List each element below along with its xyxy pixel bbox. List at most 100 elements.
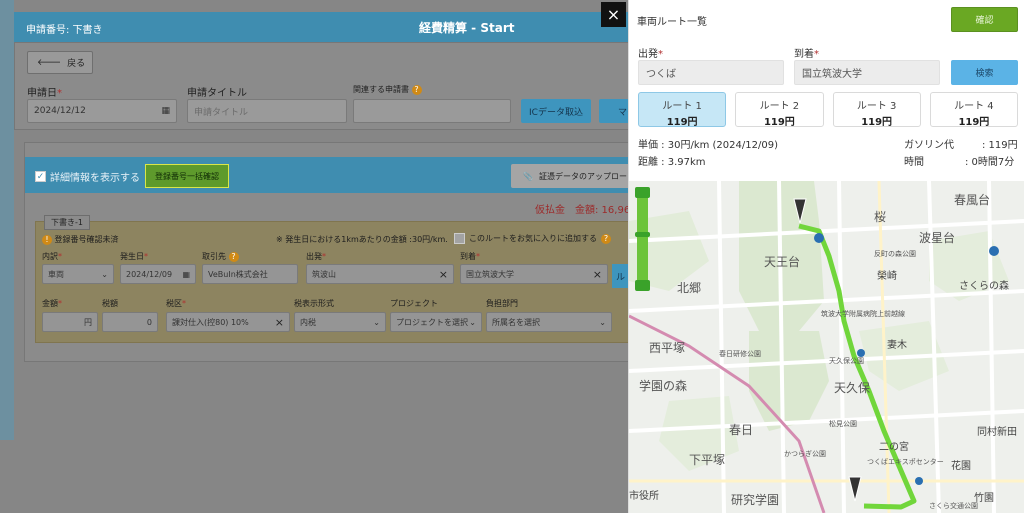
amount-input[interactable]: 円 xyxy=(42,312,98,332)
my-button[interactable]: マイ xyxy=(599,99,628,123)
item-label: 内訳* xyxy=(42,252,62,261)
upload-button[interactable]: 📎 証憑データのアップロー xyxy=(511,164,628,188)
map-label: 二の宮 xyxy=(879,442,909,453)
item-select[interactable]: 車両 ⌄ xyxy=(42,264,114,284)
project-label: プロジェクト xyxy=(390,299,438,308)
paperclip-icon: 📎 xyxy=(523,171,533,181)
tax-input[interactable]: 0 xyxy=(102,312,158,332)
travel-time-label: 時間 xyxy=(904,157,924,168)
close-modal-button[interactable]: × xyxy=(601,2,626,27)
date-label: 発生日* xyxy=(120,252,148,261)
apply-title-label: 申請タイトル xyxy=(187,88,247,99)
zoom-in-handle[interactable] xyxy=(635,187,650,198)
clear-icon: × xyxy=(438,267,448,281)
map-label: 波星台 xyxy=(919,231,956,245)
to-input[interactable]: 国立筑波大学 xyxy=(794,60,940,85)
help-icon: ? xyxy=(601,233,611,244)
map-label: つくばエキスポセンター xyxy=(867,458,944,466)
chevron-down-icon: ⌄ xyxy=(101,269,108,279)
tax-display-label: 税表示形式 xyxy=(294,299,334,308)
vehicle-route-panel: 車両ルート一覧 確認 出発* つくば 到着* 国立筑波大学 検索 ルート 1 1… xyxy=(628,0,1024,513)
from-input[interactable]: 筑波山 × xyxy=(306,264,454,284)
clear-icon: × xyxy=(592,267,602,281)
tax-display-select[interactable]: 内税 ⌄ xyxy=(294,312,386,332)
project-select[interactable]: プロジェクトを選択 ⌄ xyxy=(390,312,482,332)
apply-title-input[interactable]: 申請タイトル xyxy=(187,99,347,123)
department-label: 負担部門 xyxy=(486,299,518,308)
route-map[interactable]: 春風台 桜 波星台 天王台 榮崎 北郷 さくらの森 西平塚 妻木 学園の森 天久… xyxy=(629,181,1024,513)
detail-row-block: 下書き-1 ! 登録番号確認未済 ※ 発生日における1kmあたりの金額 :30円… xyxy=(35,215,628,343)
back-button[interactable]: 🡐 戻る xyxy=(27,51,93,74)
panel-title: 車両ルート一覧 xyxy=(637,17,707,28)
from-label: 出発* xyxy=(638,49,663,60)
from-label: 出発* xyxy=(306,252,326,261)
tax-class-select[interactable]: 課対仕入(控80) 10% × xyxy=(166,312,290,332)
map-label: さくら交通公園 xyxy=(929,502,978,510)
ic-import-button[interactable]: ICデータ取込 xyxy=(521,99,591,123)
arrow-left-icon: 🡐 xyxy=(37,58,62,68)
draft-tag: 下書き-1 xyxy=(44,215,90,230)
vendor-input[interactable]: VeBuIn株式会社 xyxy=(202,264,298,284)
map-label: 同村新田 xyxy=(977,427,1017,438)
chevron-down-icon: ⌄ xyxy=(599,317,606,327)
map-label: 榮崎 xyxy=(877,271,897,282)
map-label: 春日研修公園 xyxy=(719,350,761,358)
route-tab-4[interactable]: ルート 4 119円 xyxy=(929,92,1018,128)
route-button[interactable]: ル xyxy=(612,264,628,288)
department-select[interactable]: 所属名を選択 ⌄ xyxy=(486,312,612,332)
map-label: 北郷 xyxy=(677,281,702,295)
help-icon: ? xyxy=(228,251,239,262)
map-zoom-slider[interactable] xyxy=(635,187,650,291)
favorite-route-checkbox[interactable]: このルートをお気に入りに追加する ? xyxy=(454,233,611,244)
checkbox-checked-icon: ✓ xyxy=(35,171,46,182)
route-tab-3[interactable]: ルート 3 119円 xyxy=(832,92,921,128)
calendar-icon: ▦ xyxy=(161,106,170,116)
map-label: さくらの森 xyxy=(959,281,1009,292)
apply-date-label: 申請日* xyxy=(27,88,62,99)
route-tabs: ルート 1 119円 ルート 2 119円 ルート 3 119円 ルート 4 1… xyxy=(638,92,1018,128)
distance: 距離 : 3.97km xyxy=(638,157,706,168)
map-label: かつらぎ公園 xyxy=(784,450,826,458)
tax-class-label: 税区* xyxy=(166,299,186,308)
application-number: 申請番号: 下書き xyxy=(26,25,103,36)
map-label: 筑波大学附属病院上前越線 xyxy=(821,310,905,318)
calendar-icon: ▦ xyxy=(182,269,190,279)
zoom-thumb[interactable] xyxy=(635,232,650,237)
map-label: 春風台 xyxy=(954,193,991,207)
map-label: 花園 xyxy=(951,461,971,472)
map-label: 天王台 xyxy=(764,255,801,269)
related-application-input[interactable] xyxy=(353,99,511,123)
page-header: 申請番号: 下書き 経費精算 - Start xyxy=(14,12,628,42)
detail-header-bar: ✓ 詳細情報を表示する 登録番号一括確認 📎 証憑データのアップロー xyxy=(25,157,628,193)
search-button[interactable]: 検索 xyxy=(951,60,1018,85)
map-label: 妻木 xyxy=(887,340,907,351)
to-label: 到着* xyxy=(794,49,819,60)
sidebar-strip xyxy=(0,0,14,440)
map-label: 市役所 xyxy=(629,491,659,502)
map-label: 学園の森 xyxy=(639,379,688,393)
zoom-out-handle[interactable] xyxy=(635,280,650,291)
map-label: 天久保 xyxy=(834,381,871,395)
background-page: 申請番号: 下書き 経費精算 - Start 🡐 戻る 申請日* 2024/12… xyxy=(0,0,628,513)
route-tab-1[interactable]: ルート 1 119円 xyxy=(638,92,727,128)
expense-detail-card: ✓ 詳細情報を表示する 登録番号一括確認 📎 証憑データのアップロー 仮払金 金… xyxy=(24,142,628,362)
bulk-confirm-button[interactable]: 登録番号一括確認 xyxy=(145,164,229,188)
warning-icon: ! xyxy=(42,234,52,245)
map-label: 下平塚 xyxy=(689,453,726,467)
apply-date-input[interactable]: 2024/12/12 ▦ xyxy=(27,99,177,123)
to-input[interactable]: 国立筑波大学 × xyxy=(460,264,608,284)
chevron-down-icon: ⌄ xyxy=(469,317,476,327)
map-label: 天久保公園 xyxy=(829,357,864,365)
gas-cost-label: ガソリン代 xyxy=(904,140,954,151)
unit-price: 単価 : 30円/km (2024/12/09) xyxy=(638,140,778,151)
route-tab-2[interactable]: ルート 2 119円 xyxy=(735,92,824,128)
confirm-button[interactable]: 確認 xyxy=(951,7,1018,32)
related-application-label: 関連する申請書 ? xyxy=(353,84,422,95)
from-input[interactable]: つくば xyxy=(638,60,784,85)
travel-time-value: : 0時間7分 xyxy=(965,157,1015,168)
show-details-checkbox[interactable]: ✓ 詳細情報を表示する xyxy=(35,169,140,184)
map-label: 桜 xyxy=(874,210,887,224)
date-input[interactable]: 2024/12/09 ▦ xyxy=(120,264,196,284)
map-label: 春日 xyxy=(729,423,754,437)
map-label: 松見公園 xyxy=(829,420,857,428)
